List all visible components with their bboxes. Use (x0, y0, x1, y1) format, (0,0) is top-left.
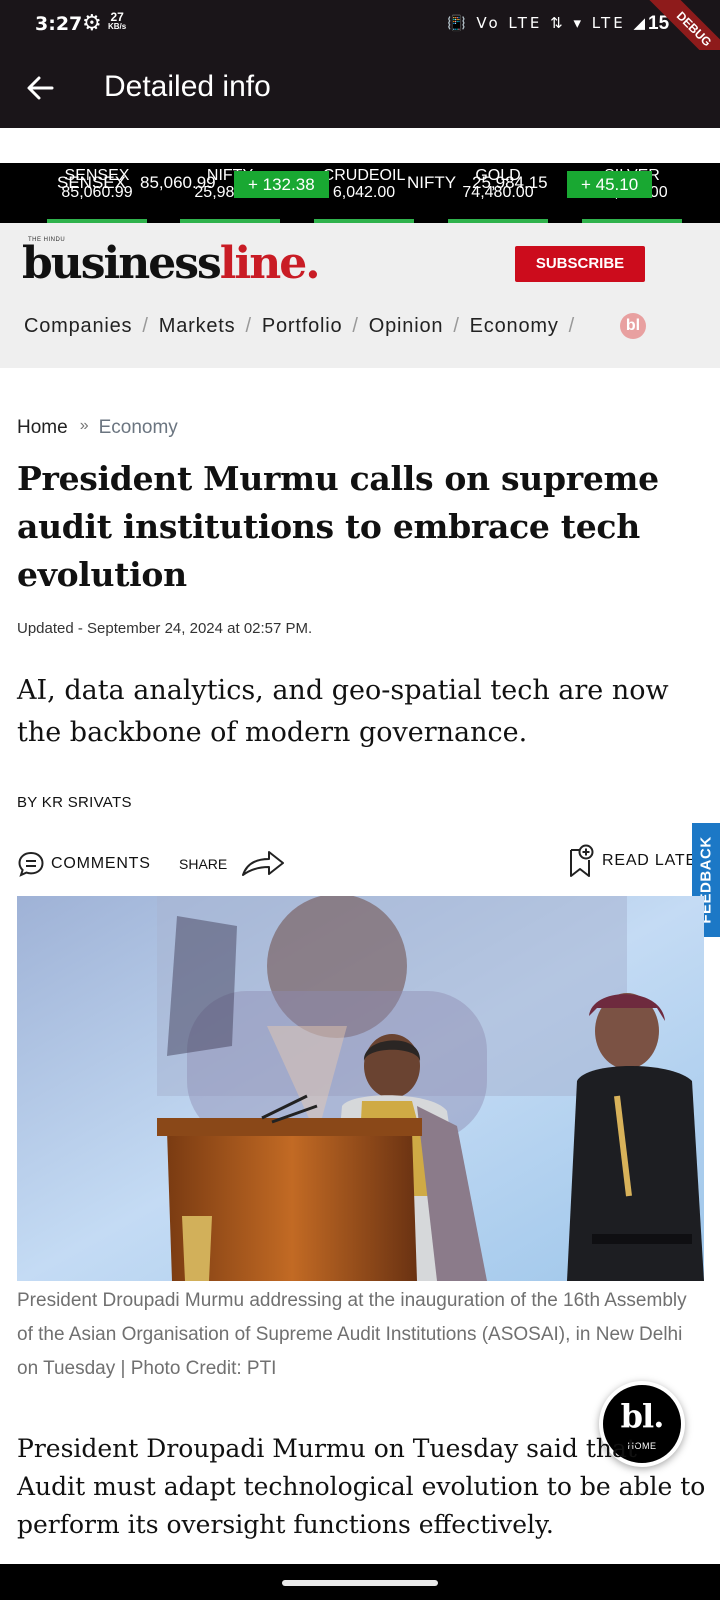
nav-separator: / (352, 315, 359, 337)
nav-item-companies[interactable]: Companies (24, 315, 132, 337)
nav-separator: / (245, 315, 252, 337)
president-speech-photo (17, 896, 704, 1281)
nav-item-markets[interactable]: Markets (159, 315, 236, 337)
back-button[interactable] (22, 68, 62, 108)
nav-separator: / (142, 315, 149, 337)
article-body-paragraph: President Droupadi Murmu on Tuesday said… (17, 1434, 706, 1539)
comments-button[interactable]: COMMENTS (17, 846, 151, 882)
status-bar: 3:27 ⚙ 27 KB/s 📳 Vo LTE ⇅ ▾ LTE ◢ 15 DEBU… (0, 0, 720, 80)
share-arrow-icon (242, 851, 285, 876)
article-byline[interactable]: BY KR SRIVATS (17, 794, 132, 811)
article-actions: COMMENTS SHARE READ LATER (0, 844, 720, 886)
system-navigation-bar (0, 1564, 720, 1600)
gesture-handle[interactable] (282, 1580, 438, 1586)
bookmark-add-icon (570, 844, 594, 877)
breadcrumb-home[interactable]: Home (17, 417, 68, 438)
article-subheadline: AI, data analytics, and geo-spatial tech… (17, 675, 669, 748)
app-bar: Detailed info (0, 50, 720, 128)
section-nav: Companies / Markets / Portfolio / Opinion / Econ… (24, 315, 585, 338)
ticker-change-badge: + 45.10 (567, 171, 653, 198)
comment-icon (18, 851, 44, 877)
nav-item-portfolio[interactable]: Portfolio (262, 315, 343, 337)
settings-gear-icon: ⚙ (82, 10, 102, 35)
app-bar-title: Detailed info (104, 70, 271, 103)
site-masthead: THE HINDU businessline. SUBSCRIBE Compan… (0, 223, 720, 368)
businessline-logo[interactable]: businessline. (22, 238, 321, 289)
article-headline: President Murmu calls on supreme audit i… (17, 459, 659, 594)
nav-separator: / (453, 315, 460, 337)
status-time: 3:27 (35, 13, 83, 35)
ticker-overlay-name: NIFTY (407, 173, 457, 192)
share-label: SHARE (179, 856, 228, 872)
read-later-button[interactable]: READ LATER (568, 842, 709, 880)
arrow-left-icon (27, 76, 54, 100)
ticker-overlay-value: 85,060.99 (140, 173, 216, 192)
article-updated-timestamp: Updated - September 24, 2024 at 02:57 PM… (17, 620, 313, 637)
nav-item-economy[interactable]: Economy (470, 315, 559, 337)
breadcrumb-separator: » (79, 417, 89, 434)
nav-item-opinion[interactable]: Opinion (369, 315, 444, 337)
article-photo[interactable] (17, 896, 704, 1281)
ticker-overlay-value: 25,984.15 (472, 173, 548, 192)
bl-premium-icon[interactable]: bl (620, 313, 646, 339)
ticker-change-badge: + 132.38 (234, 171, 329, 198)
ticker-item-crudeoil[interactable]: CRUDEOIL 6,042.00 (314, 163, 414, 201)
breadcrumb-economy[interactable]: Economy (99, 417, 178, 438)
data-speed: 27 KB/s (108, 10, 127, 31)
ticker-overlay-name: SENSEX (57, 173, 126, 192)
share-button[interactable]: SHARE (179, 846, 285, 882)
subscribe-button[interactable]: SUBSCRIBE (515, 246, 645, 282)
nav-separator: / (568, 315, 576, 337)
photo-caption: President Droupadi Murmu addressing at t… (17, 1290, 687, 1379)
signal-icons: 📳 Vo LTE ⇅ ▾ LTE ◢ (446, 14, 648, 32)
market-ticker[interactable]: SENSEX 85,060.99 NIFTY 25,984.15 CRUDEOI… (0, 163, 720, 223)
comments-label: COMMENTS (51, 855, 151, 872)
breadcrumb: Home » Economy (17, 417, 178, 439)
